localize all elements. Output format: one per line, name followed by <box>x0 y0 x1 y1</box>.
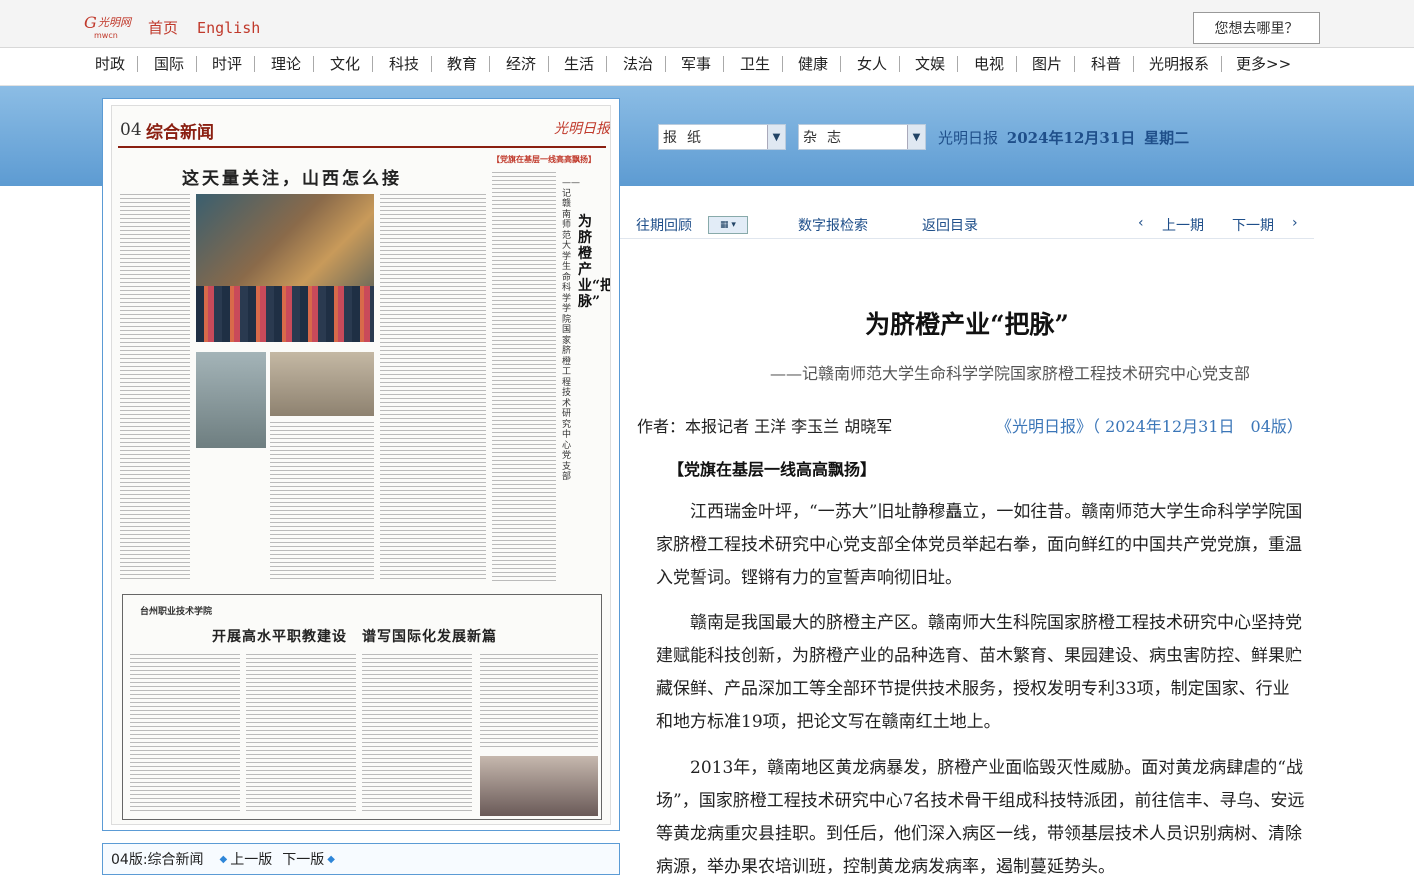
issue-info: 光明日报 2024年12月31日 星期二 <box>938 127 1189 148</box>
chevron-down-icon[interactable]: ▼ <box>767 125 785 149</box>
nav-item[interactable]: 光明报系 <box>1149 56 1223 72</box>
article-byline: 作者：本报记者 王洋 李玉兰 胡晓军 <box>637 417 893 436</box>
issue-weekday: 星期二 <box>1144 129 1190 147</box>
calendar-icon[interactable]: ▦ ▾ <box>708 216 748 234</box>
prev-arrow-icon[interactable]: ◆ <box>220 854 228 865</box>
paper-name: 光明日报 <box>938 129 999 147</box>
newspaper-page-image[interactable]: 04 综合新闻 光明日报 这天量关注，山西怎么接 【党旗在基层一线高高飘扬】 —… <box>111 105 611 825</box>
nav-item[interactable]: 女人 <box>857 56 901 72</box>
article-source[interactable]: 《光明日报》（ 2024年12月31日 04版） <box>996 413 1303 437</box>
nav-item[interactable]: 电视 <box>974 56 1018 72</box>
page-number: 04 <box>120 120 142 140</box>
nav-item[interactable]: 教育 <box>447 56 491 72</box>
text-block <box>362 654 472 814</box>
tool-row: 往期回顾 ▦ ▾ 数字报检索 返回目录 ‹ 上一期 下一期 › <box>620 207 1314 239</box>
ad-photo <box>480 756 598 816</box>
article-text-block[interactable] <box>492 172 556 582</box>
prev-page-link[interactable]: 上一版 <box>230 849 272 869</box>
paper-headline[interactable]: 这天量关注，山西怎么接 <box>182 164 402 189</box>
vertical-title[interactable]: 为脐橙产业“把脉” <box>578 214 610 310</box>
history-link[interactable]: 往期回顾 <box>636 215 692 235</box>
svg-text:mwcn: mwcn <box>94 31 118 40</box>
digital-search-link[interactable]: 数字报检索 <box>798 215 868 235</box>
nav-item[interactable]: 国际 <box>154 56 198 72</box>
nav-item[interactable]: 时评 <box>212 56 256 72</box>
header-rule <box>118 146 606 148</box>
masthead: 光明日报 <box>554 121 610 137</box>
chevron-left-icon[interactable]: ‹ <box>1138 215 1144 231</box>
nav-item[interactable]: 图片 <box>1032 56 1076 72</box>
nav-item[interactable]: 健康 <box>798 56 842 72</box>
news-photo-small <box>196 352 266 448</box>
gmw-logo[interactable]: G 光明网 mwcn <box>84 14 140 40</box>
search-input[interactable]: 您想去哪里？ <box>1193 12 1320 44</box>
prev-issue-link[interactable]: 上一期 <box>1162 215 1204 235</box>
svg-text:G: G <box>84 14 97 32</box>
nav-item[interactable]: 法治 <box>623 56 667 72</box>
paper-column-tag: 【党旗在基层一线高高飘扬】 <box>492 155 596 164</box>
home-link[interactable]: 首页 <box>148 19 178 37</box>
nav-item[interactable]: 科技 <box>389 56 433 72</box>
paper-select[interactable]: 报纸 ▼ <box>658 124 786 150</box>
magazine-select[interactable]: 杂志 ▼ <box>798 124 926 150</box>
article-paragraph: 2013年，赣南地区黄龙病暴发，脐橙产业面临毁灭性威胁。面对黄龙病肆虐的“战场”… <box>656 758 1305 877</box>
ad-school: 台州职业技术学院 <box>140 607 213 617</box>
page-section: 综合新闻 <box>146 123 214 143</box>
news-photo-crowd <box>196 286 374 342</box>
article-column-tag: 【党旗在基层一线高高飘扬】 <box>668 460 877 479</box>
current-page-label: 04版:综合新闻 <box>111 852 204 868</box>
article-paragraph: 赣南是我国最大的脐橙主产区。赣南师大生科院国家脐橙工程技术研究中心坚持党建赋能科… <box>656 613 1302 732</box>
text-block[interactable] <box>120 194 190 582</box>
top-bar: G 光明网 mwcn 首页 English 您想去哪里？ <box>0 0 1414 48</box>
news-photo-small <box>270 352 374 416</box>
article-title: 为脐橙产业“把脉” <box>865 310 1069 339</box>
main-nav: 时政 国际 时评 理论 文化 科技 教育 经济 生活 法治 军事 卫生 健康 女… <box>0 48 1414 86</box>
next-issue-link[interactable]: 下一期 <box>1232 215 1274 235</box>
nav-item[interactable]: 军事 <box>681 56 725 72</box>
article-paragraph: 江西瑞金叶坪，“一苏大”旧址静穆矗立，一如往昔。赣南师范大学生命科学学院国家脐橙… <box>656 502 1303 588</box>
back-to-index-link[interactable]: 返回目录 <box>922 215 978 235</box>
nav-item[interactable]: 经济 <box>506 56 550 72</box>
text-block <box>246 654 356 814</box>
nav-item[interactable]: 生活 <box>564 56 608 72</box>
issue-date: 2024年12月31日 <box>1006 129 1136 147</box>
chevron-right-icon[interactable]: › <box>1292 215 1298 231</box>
paper-select-value: 报纸 <box>663 130 711 146</box>
nav-more[interactable]: 更多>> <box>1236 56 1303 72</box>
vertical-subtitle: ——记赣南师范大学生命科学学院国家脐橙工程技术研究中心党支部 <box>562 178 580 482</box>
nav-item[interactable]: 理论 <box>271 56 315 72</box>
article-subtitle: ——记赣南师范大学生命科学学院国家脐橙工程技术研究中心党支部 <box>769 364 1250 383</box>
nav-item[interactable]: 文娱 <box>915 56 959 72</box>
svg-text:光明网: 光明网 <box>98 16 133 29</box>
nav-item[interactable]: 科普 <box>1091 56 1135 72</box>
nav-item[interactable]: 文化 <box>330 56 374 72</box>
text-block[interactable] <box>380 194 486 582</box>
next-arrow-icon[interactable]: ◆ <box>327 854 335 865</box>
magazine-select-value: 杂志 <box>803 130 851 146</box>
english-link[interactable]: English <box>197 19 260 37</box>
chevron-down-icon[interactable]: ▼ <box>907 125 925 149</box>
next-page-link[interactable]: 下一版 <box>282 849 324 869</box>
text-block <box>130 654 240 814</box>
newspaper-page-panel: 04 综合新闻 光明日报 这天量关注，山西怎么接 【党旗在基层一线高高飘扬】 —… <box>102 98 620 831</box>
nav-item[interactable]: 卫生 <box>740 56 784 72</box>
text-block <box>480 654 598 750</box>
text-block[interactable] <box>270 422 374 582</box>
ad-title: 开展高水平职教建设 谱写国际化发展新篇 <box>212 629 497 645</box>
nav-item[interactable]: 时政 <box>95 56 139 72</box>
page-pager: 04版:综合新闻 ◆ 上一版 下一版 ◆ <box>102 843 620 875</box>
